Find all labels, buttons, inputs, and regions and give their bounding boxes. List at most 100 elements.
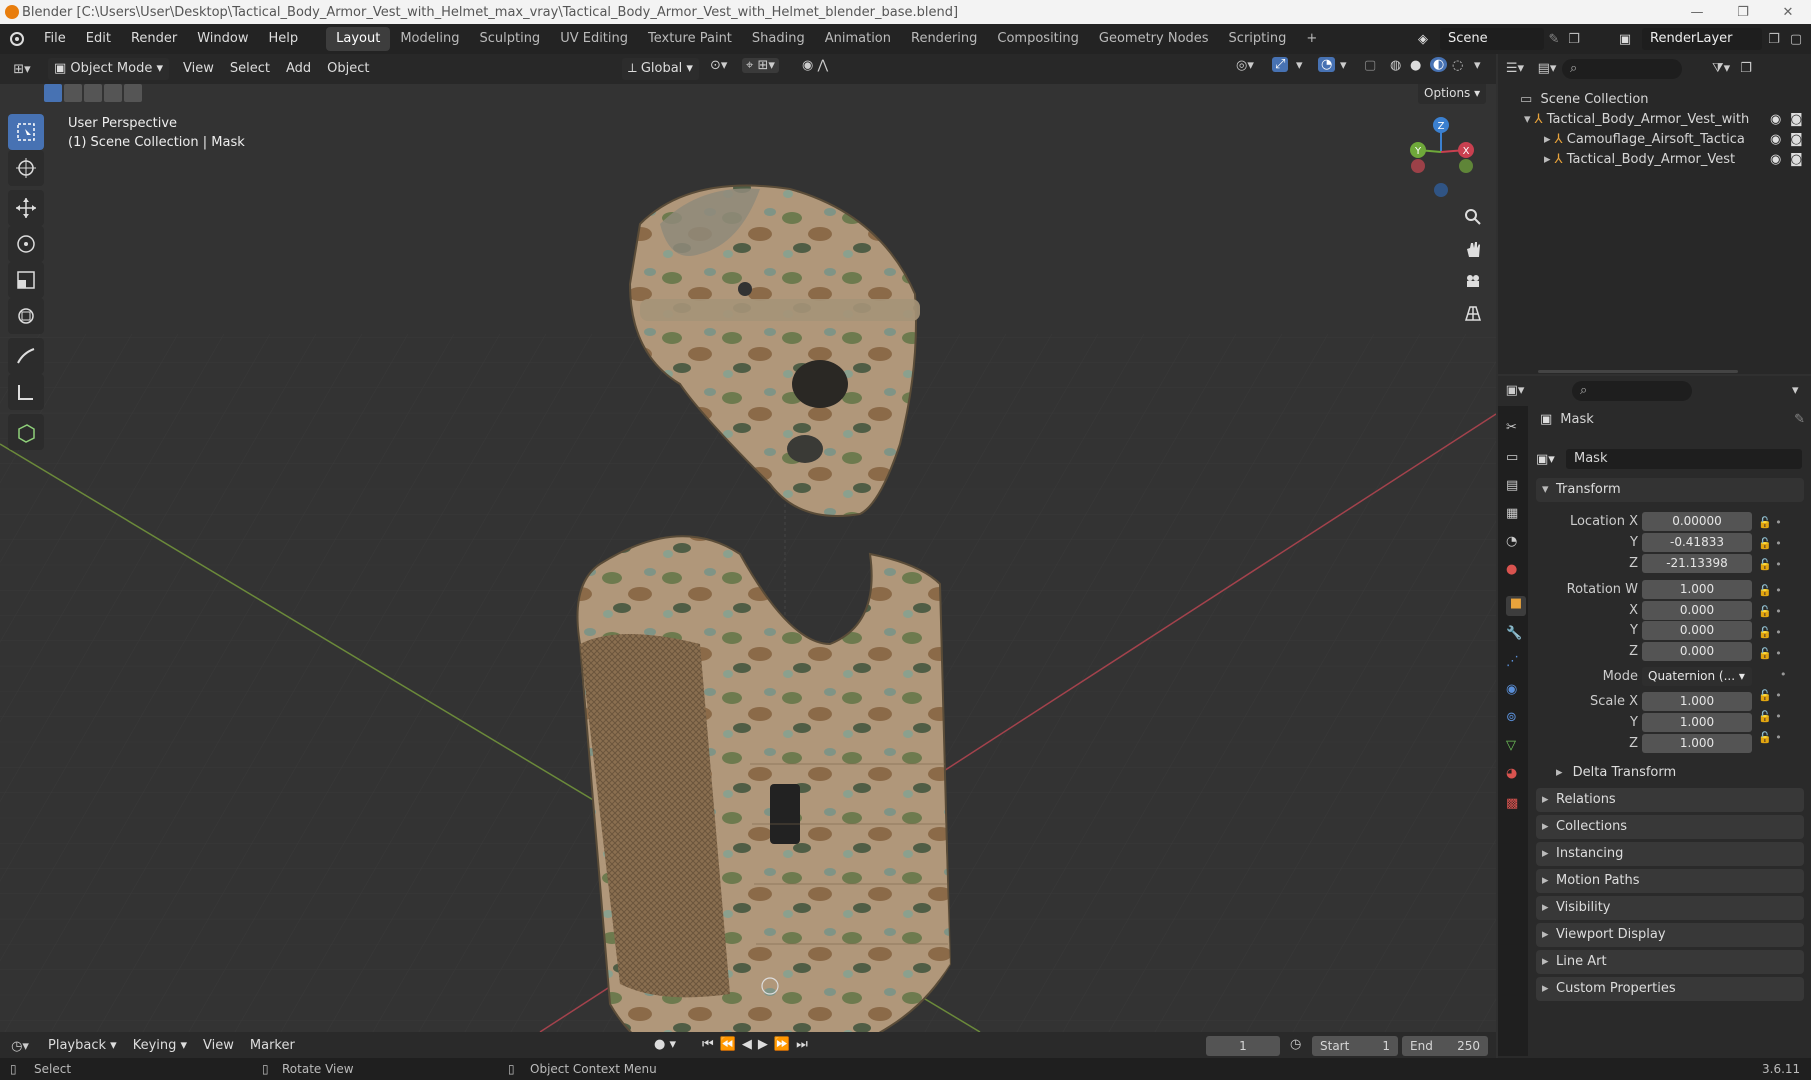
outliner-scene-collection[interactable]: ▭ Scene Collection — [1498, 90, 1811, 110]
annotate-tool[interactable] — [8, 338, 44, 374]
panel-custom-properties[interactable]: ▸ Custom Properties — [1536, 977, 1804, 1001]
maximize-button[interactable]: ❐ — [1720, 0, 1766, 24]
select-intersect-icon[interactable] — [124, 84, 142, 102]
rotation-z-field[interactable]: 0.000 — [1642, 642, 1752, 661]
lock-icon[interactable]: 🔓 • — [1758, 706, 1798, 727]
scale-y-field[interactable]: 1.000 — [1642, 713, 1752, 732]
filter-icon[interactable]: ⧩▾ — [1712, 59, 1730, 79]
rotation-x-field[interactable]: 0.000 — [1642, 601, 1752, 620]
transform-orientation-dropdown[interactable]: ⟂ Global ▾ — [622, 58, 699, 80]
tab-scripting[interactable]: Scripting — [1219, 27, 1297, 51]
menu-window[interactable]: Window — [187, 24, 258, 54]
current-frame-field[interactable]: 1 — [1206, 1036, 1280, 1056]
camera-icon[interactable]: ◙ — [1790, 130, 1803, 150]
proportional-edit-icon[interactable]: ◉ ⋀ — [802, 58, 828, 73]
tool-tab-icon[interactable]: ✂ — [1506, 420, 1526, 440]
tab-layout[interactable]: Layout — [326, 27, 391, 51]
scale-x-field[interactable]: 1.000 — [1642, 692, 1752, 711]
panel-collections[interactable]: ▸ Collections — [1536, 815, 1804, 839]
location-x-field[interactable]: 0.00000 — [1642, 512, 1752, 531]
tab-sculpting[interactable]: Sculpting — [469, 27, 550, 51]
panel-viewport-display[interactable]: ▸ Viewport Display — [1536, 923, 1804, 947]
menu-render[interactable]: Render — [121, 24, 187, 54]
start-frame-field[interactable]: Start 1 — [1312, 1036, 1398, 1056]
object-name-input[interactable]: Mask — [1566, 449, 1802, 469]
snap-icon[interactable]: ⌖ ⊞▾ — [742, 58, 779, 73]
tab-rendering[interactable]: Rendering — [901, 27, 987, 51]
select-new-icon[interactable] — [44, 84, 62, 102]
move-tool[interactable] — [8, 190, 44, 226]
rotation-y-field[interactable]: 0.000 — [1642, 621, 1752, 640]
menu-add[interactable]: Add — [278, 58, 319, 80]
playback-controls[interactable]: ⏮⏪◀▶⏩⏭ — [702, 1037, 814, 1052]
tab-texture-paint[interactable]: Texture Paint — [638, 27, 742, 51]
outliner-item-0[interactable]: ▾ ⅄ Tactical_Body_Armor_Vest_with ◉ ◙ — [1498, 110, 1811, 130]
wireframe-shading-icon[interactable]: ◍ — [1390, 58, 1401, 73]
scale-tool[interactable] — [8, 262, 44, 298]
outliner-item-1[interactable]: ▸ ⅄ Camouflage_Airsoft_Tactica ◉ ◙ — [1498, 130, 1811, 150]
pin-icon[interactable]: ✎ — [1794, 412, 1805, 427]
render-layer-field[interactable]: RenderLayer — [1642, 28, 1762, 50]
menu-keying[interactable]: Keying ▾ — [125, 1035, 195, 1057]
tab-modeling[interactable]: Modeling — [390, 27, 469, 51]
render-tab-icon[interactable]: ▭ — [1506, 450, 1526, 470]
timeline-editor-icon[interactable]: ◷▾ — [0, 1039, 40, 1054]
ortho-toggle-icon[interactable] — [1458, 298, 1488, 328]
overlay-toggle-icon[interactable]: ◔ — [1318, 57, 1336, 72]
tab-geometry-nodes[interactable]: Geometry Nodes — [1089, 27, 1219, 51]
tab-uv-editing[interactable]: UV Editing — [550, 27, 638, 51]
add-cube-tool[interactable] — [8, 414, 44, 450]
panel-relations[interactable]: ▸ Relations — [1536, 788, 1804, 812]
lock-icon[interactable]: 🔓 • — [1758, 622, 1798, 643]
visibility-icon[interactable]: ◎▾ — [1236, 58, 1254, 73]
end-frame-field[interactable]: End 250 — [1402, 1036, 1488, 1056]
new-layer-icon[interactable]: ❐ — [1762, 32, 1786, 47]
lock-icon[interactable]: 🔓 • — [1758, 580, 1798, 601]
pan-hand-icon[interactable] — [1458, 234, 1488, 264]
pivot-icon[interactable]: ⊙▾ — [710, 58, 727, 73]
select-extend-icon[interactable] — [64, 84, 82, 102]
transform-tool[interactable] — [8, 298, 44, 334]
texture-tab-icon[interactable]: ▩ — [1506, 796, 1526, 816]
transform-panel-header[interactable]: ▾ Transform — [1536, 478, 1804, 502]
rendered-shading-icon[interactable]: ◌ — [1452, 58, 1463, 73]
camera-icon[interactable]: ◙ — [1790, 110, 1803, 130]
menu-help[interactable]: Help — [259, 24, 309, 54]
lock-icon[interactable]: 🔓 • — [1758, 643, 1798, 664]
menu-file[interactable]: File — [34, 24, 76, 54]
minimize-button[interactable]: — — [1674, 0, 1720, 24]
3d-viewport[interactable]: Z X Y User Perspective (1) Scene Collect… — [0, 84, 1496, 1032]
menu-select[interactable]: Select — [222, 58, 278, 80]
properties-options-icon[interactable]: ▾ — [1792, 381, 1799, 401]
blender-menu-icon[interactable] — [0, 24, 34, 54]
location-z-field[interactable]: -21.13398 — [1642, 554, 1752, 573]
lock-icon[interactable]: 🔓 • — [1758, 512, 1798, 533]
select-subtract-icon[interactable] — [84, 84, 102, 102]
menu-timeline-view[interactable]: View — [195, 1035, 242, 1057]
properties-search-input[interactable]: ⌕ — [1572, 381, 1692, 401]
outliner-search-input[interactable]: ⌕ — [1562, 59, 1682, 79]
close-window-button[interactable]: ✕ — [1765, 0, 1811, 24]
xray-icon[interactable]: ▢ — [1364, 58, 1376, 73]
remove-layer-icon[interactable]: ▢ — [1786, 32, 1806, 47]
delta-transform-subpanel[interactable]: ▸ Delta Transform — [1556, 765, 1676, 780]
object-type-icon[interactable]: ▣▾ — [1536, 452, 1566, 467]
object-mode-dropdown[interactable]: ▣ Object Mode ▾ — [48, 58, 169, 80]
gizmo-toggle-icon[interactable]: ⤢ — [1272, 57, 1289, 72]
editor-type-icon[interactable]: ⊞▾ — [0, 62, 44, 77]
rotation-w-field[interactable]: 1.000 — [1642, 580, 1752, 599]
expand-down-icon[interactable]: ▾ — [1524, 112, 1531, 127]
rotation-mode-dropdown[interactable]: Quaternion (... ▾ — [1642, 667, 1752, 686]
render-layer-icon[interactable]: ▣ — [1608, 32, 1642, 47]
tab-compositing[interactable]: Compositing — [987, 27, 1089, 51]
properties-editor-icon[interactable]: ▣▾ — [1498, 381, 1532, 401]
panel-motion-paths[interactable]: ▸ Motion Paths — [1536, 869, 1804, 893]
expand-right-icon[interactable]: ▸ — [1544, 132, 1551, 147]
options-dropdown[interactable]: Options ▾ — [1418, 84, 1487, 104]
scene-icon[interactable]: ◈ — [1406, 32, 1440, 47]
zoom-icon[interactable] — [1458, 202, 1488, 232]
expand-right-icon[interactable]: ▸ — [1544, 152, 1551, 167]
panel-line-art[interactable]: ▸ Line Art — [1536, 950, 1804, 974]
keyframe-dot-icon[interactable]: • — [1758, 664, 1798, 685]
material-shading-icon[interactable]: ◐ — [1430, 57, 1448, 72]
